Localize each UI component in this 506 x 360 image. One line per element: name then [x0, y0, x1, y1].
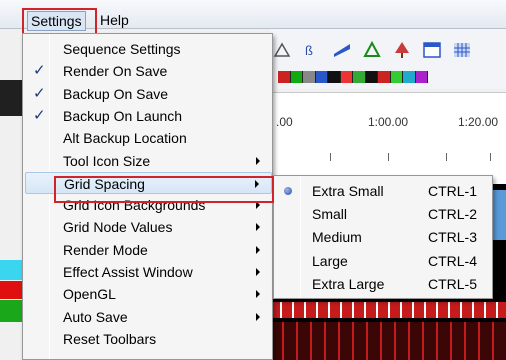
menu-help[interactable]: Help [97, 11, 132, 31]
menu-item-effect-assist-window[interactable]: Effect Assist Window [25, 261, 272, 283]
tool-icon-window[interactable] [422, 40, 442, 60]
keyboard-shortcut: CTRL-3 [428, 229, 478, 246]
grid-spacing-item-small[interactable]: Small CTRL-2 [276, 203, 492, 225]
menu-item-render-on-save[interactable]: ✓ Render On Save [25, 60, 272, 82]
menu-item-label: Backup On Launch [63, 107, 183, 124]
menu-item-label: OpenGL [63, 286, 116, 303]
menu-item-label: Render Mode [63, 241, 148, 258]
timeline-tick [388, 153, 389, 161]
tool-icon-text[interactable]: ß [302, 40, 322, 60]
grid-spacing-item-large[interactable]: Large CTRL-4 [276, 250, 492, 272]
menu-item-label: Grid Node Values [63, 219, 173, 236]
grid-spacing-item-extra-large[interactable]: Extra Large CTRL-5 [276, 273, 492, 295]
menu-item-grid-spacing[interactable]: Grid Spacing [25, 171, 272, 194]
grid-spacing-item-label: Extra Large [312, 275, 385, 292]
keyboard-shortcut: CTRL-4 [428, 252, 478, 269]
grid-spacing-item-label: Extra Small [312, 183, 384, 199]
submenu-arrow-icon [256, 245, 260, 254]
tool-icon-swoosh[interactable] [332, 40, 352, 60]
menu-item-grid-icon-backgrounds[interactable]: Grid Icon Backgrounds [25, 194, 272, 216]
grid-spacing-item-extra-small[interactable]: Extra Small CTRL-1 [276, 180, 492, 202]
grid-spacing-item-label: Small [312, 206, 348, 223]
tool-icon-tree[interactable] [392, 40, 412, 60]
grid-spacing-submenu: Extra Small CTRL-1 Small CTRL-2 Medium CTRL-3… [273, 175, 493, 299]
keyboard-shortcut: CTRL-2 [428, 206, 478, 223]
timeline-label: 1:20.00 [458, 115, 499, 129]
menu-settings[interactable]: Settings [27, 11, 86, 31]
left-panel-cyan-block [0, 260, 22, 280]
menu-item-opengl[interactable]: OpenGL [25, 283, 272, 305]
menu-settings-label: Settings [31, 13, 82, 29]
menu-item-tool-icon-size[interactable]: Tool Icon Size [25, 150, 272, 172]
submenu-arrow-icon [255, 179, 259, 188]
menu-item-render-mode[interactable]: Render Mode [25, 239, 272, 261]
radio-selected-icon [284, 187, 292, 195]
submenu-arrow-icon [256, 312, 260, 321]
menu-item-backup-on-save[interactable]: ✓ Backup On Save [25, 83, 272, 105]
timeline-tick [490, 153, 491, 161]
menu-item-grid-node-values[interactable]: Grid Node Values [25, 216, 272, 238]
menu-item-label: Backup On Save [63, 85, 169, 102]
menu-item-reset-toolbars[interactable]: Reset Toolbars [25, 328, 272, 350]
tool-icon-triangle[interactable] [362, 40, 382, 60]
timeline-ruler: .00 1:00.00 1:20.00 [270, 92, 506, 184]
menu-item-label: Effect Assist Window [63, 264, 193, 280]
timeline-tick [330, 153, 331, 161]
grid-spacing-item-medium[interactable]: Medium CTRL-3 [276, 226, 492, 248]
menu-help-label: Help [100, 12, 129, 28]
left-panel-red-block [0, 281, 22, 299]
menu-item-alt-backup-location[interactable]: Alt Backup Location [25, 127, 272, 149]
menu-item-sequence-settings[interactable]: Sequence Settings [25, 38, 272, 60]
timeline-label: 1:00.00 [368, 115, 409, 129]
menu-item-label: Grid Spacing [64, 175, 145, 192]
menu-item-label: Alt Backup Location [63, 130, 187, 147]
menu-item-label: Sequence Settings [63, 41, 181, 57]
menu-item-auto-save[interactable]: Auto Save [25, 306, 272, 328]
keyboard-shortcut: CTRL-1 [428, 183, 478, 199]
submenu-arrow-icon [256, 268, 260, 276]
menu-item-backup-on-launch[interactable]: ✓ Backup On Launch [25, 105, 272, 127]
svg-text:ß: ß [305, 43, 313, 58]
grid-spacing-item-label: Large [312, 252, 348, 269]
keyboard-shortcut: CTRL-5 [428, 275, 478, 292]
effect-icon-strip [278, 71, 428, 83]
menu-item-label: Auto Save [63, 308, 128, 325]
submenu-arrow-icon [256, 201, 260, 210]
submenu-arrow-icon [256, 290, 260, 299]
menu-item-label: Reset Toolbars [63, 330, 157, 347]
left-panel-green-block [0, 300, 22, 322]
grid-spacing-item-label: Medium [312, 229, 362, 246]
left-panel-dark-block [0, 80, 22, 116]
timeline-label: .00 [276, 115, 293, 129]
grid-effect-row [270, 302, 506, 318]
menu-item-label: Render On Save [63, 63, 168, 80]
tool-icon-fan[interactable] [272, 40, 292, 60]
settings-dropdown-menu: Sequence Settings ✓ Render On Save ✓ Backup … [22, 33, 273, 360]
submenu-arrow-icon [256, 223, 260, 232]
menu-bar: Settings Help [0, 0, 506, 31]
submenu-arrow-icon [256, 156, 260, 165]
menu-item-label: Tool Icon Size [63, 152, 151, 169]
timeline-tick [446, 153, 447, 161]
checkmark-icon: ✓ [33, 62, 46, 80]
tool-icon-grid[interactable] [452, 40, 472, 60]
menu-item-label: Grid Icon Backgrounds [63, 197, 206, 214]
grid-effect-row [270, 322, 506, 360]
checkmark-icon: ✓ [33, 84, 46, 102]
checkmark-icon: ✓ [33, 106, 46, 124]
